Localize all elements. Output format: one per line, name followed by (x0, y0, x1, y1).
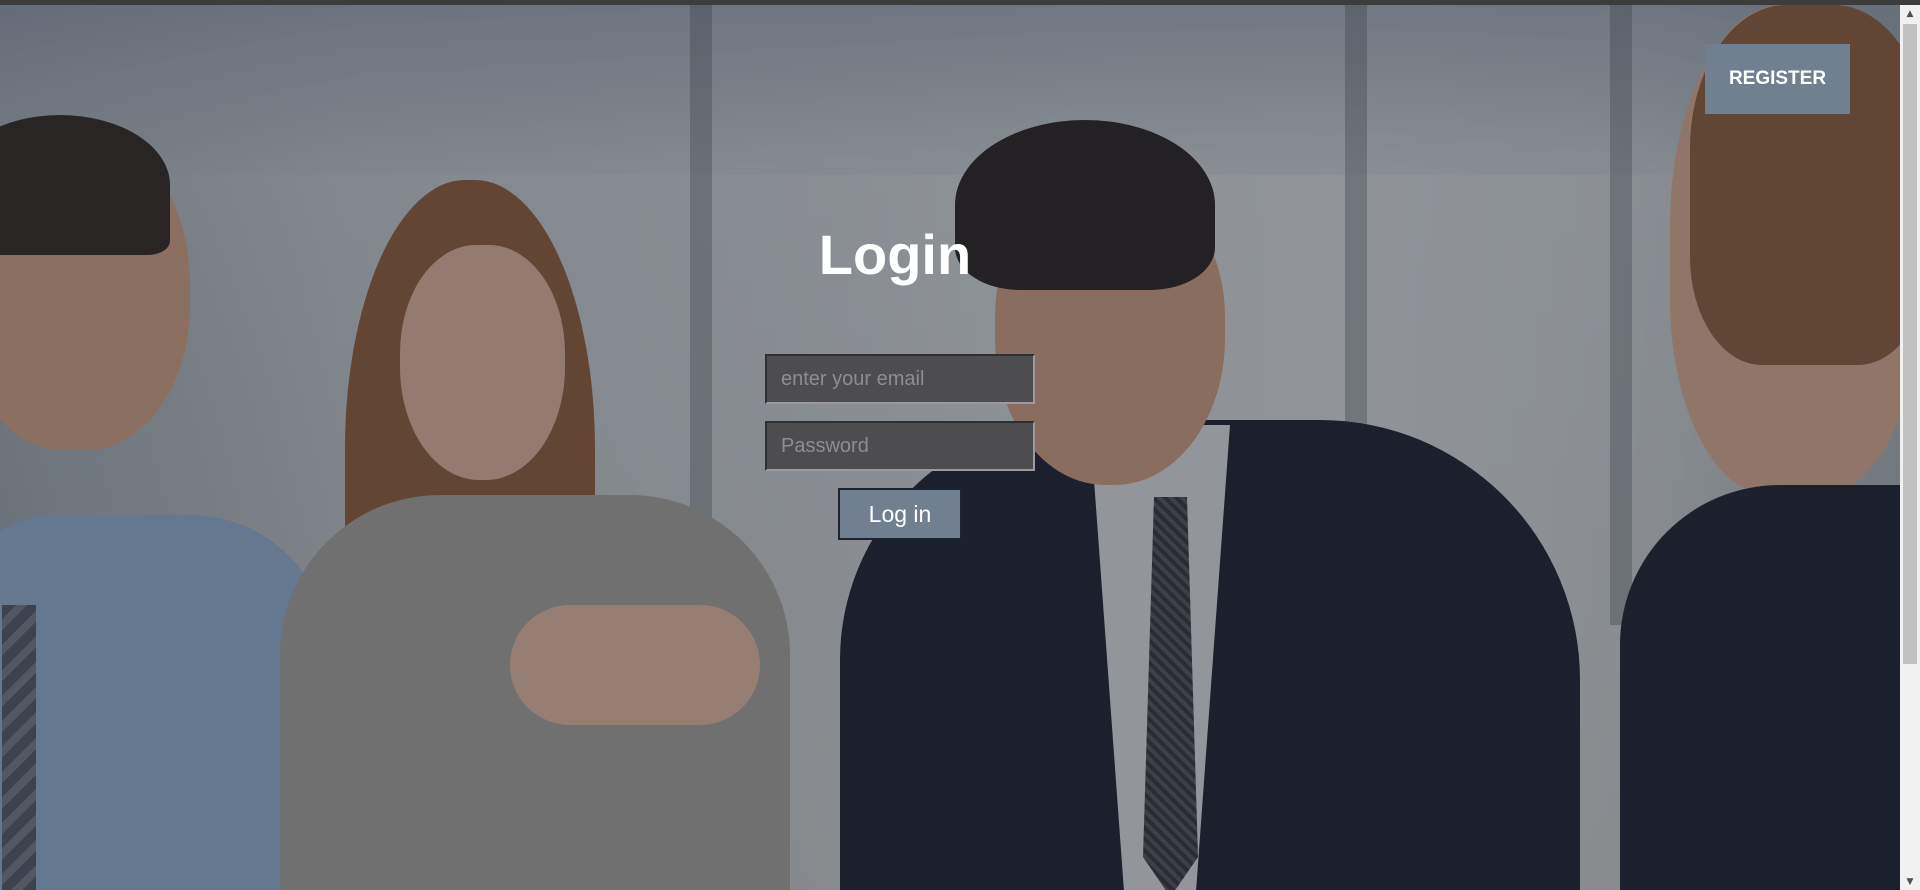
login-button[interactable]: Log in (838, 488, 962, 540)
top-border (0, 0, 1920, 5)
email-input[interactable] (765, 354, 1035, 404)
register-button[interactable]: REGISTER (1705, 44, 1850, 114)
page-title: Login (818, 223, 972, 286)
scrollbar-thumb[interactable] (1903, 24, 1917, 664)
scroll-down-arrow-icon[interactable]: ▼ (1900, 873, 1920, 890)
login-page: REGISTER Login Log in ▲ ▼ (0, 0, 1920, 890)
vertical-scrollbar[interactable]: ▲ ▼ (1900, 5, 1920, 890)
scroll-up-arrow-icon[interactable]: ▲ (1900, 5, 1920, 22)
password-input[interactable] (765, 421, 1035, 471)
